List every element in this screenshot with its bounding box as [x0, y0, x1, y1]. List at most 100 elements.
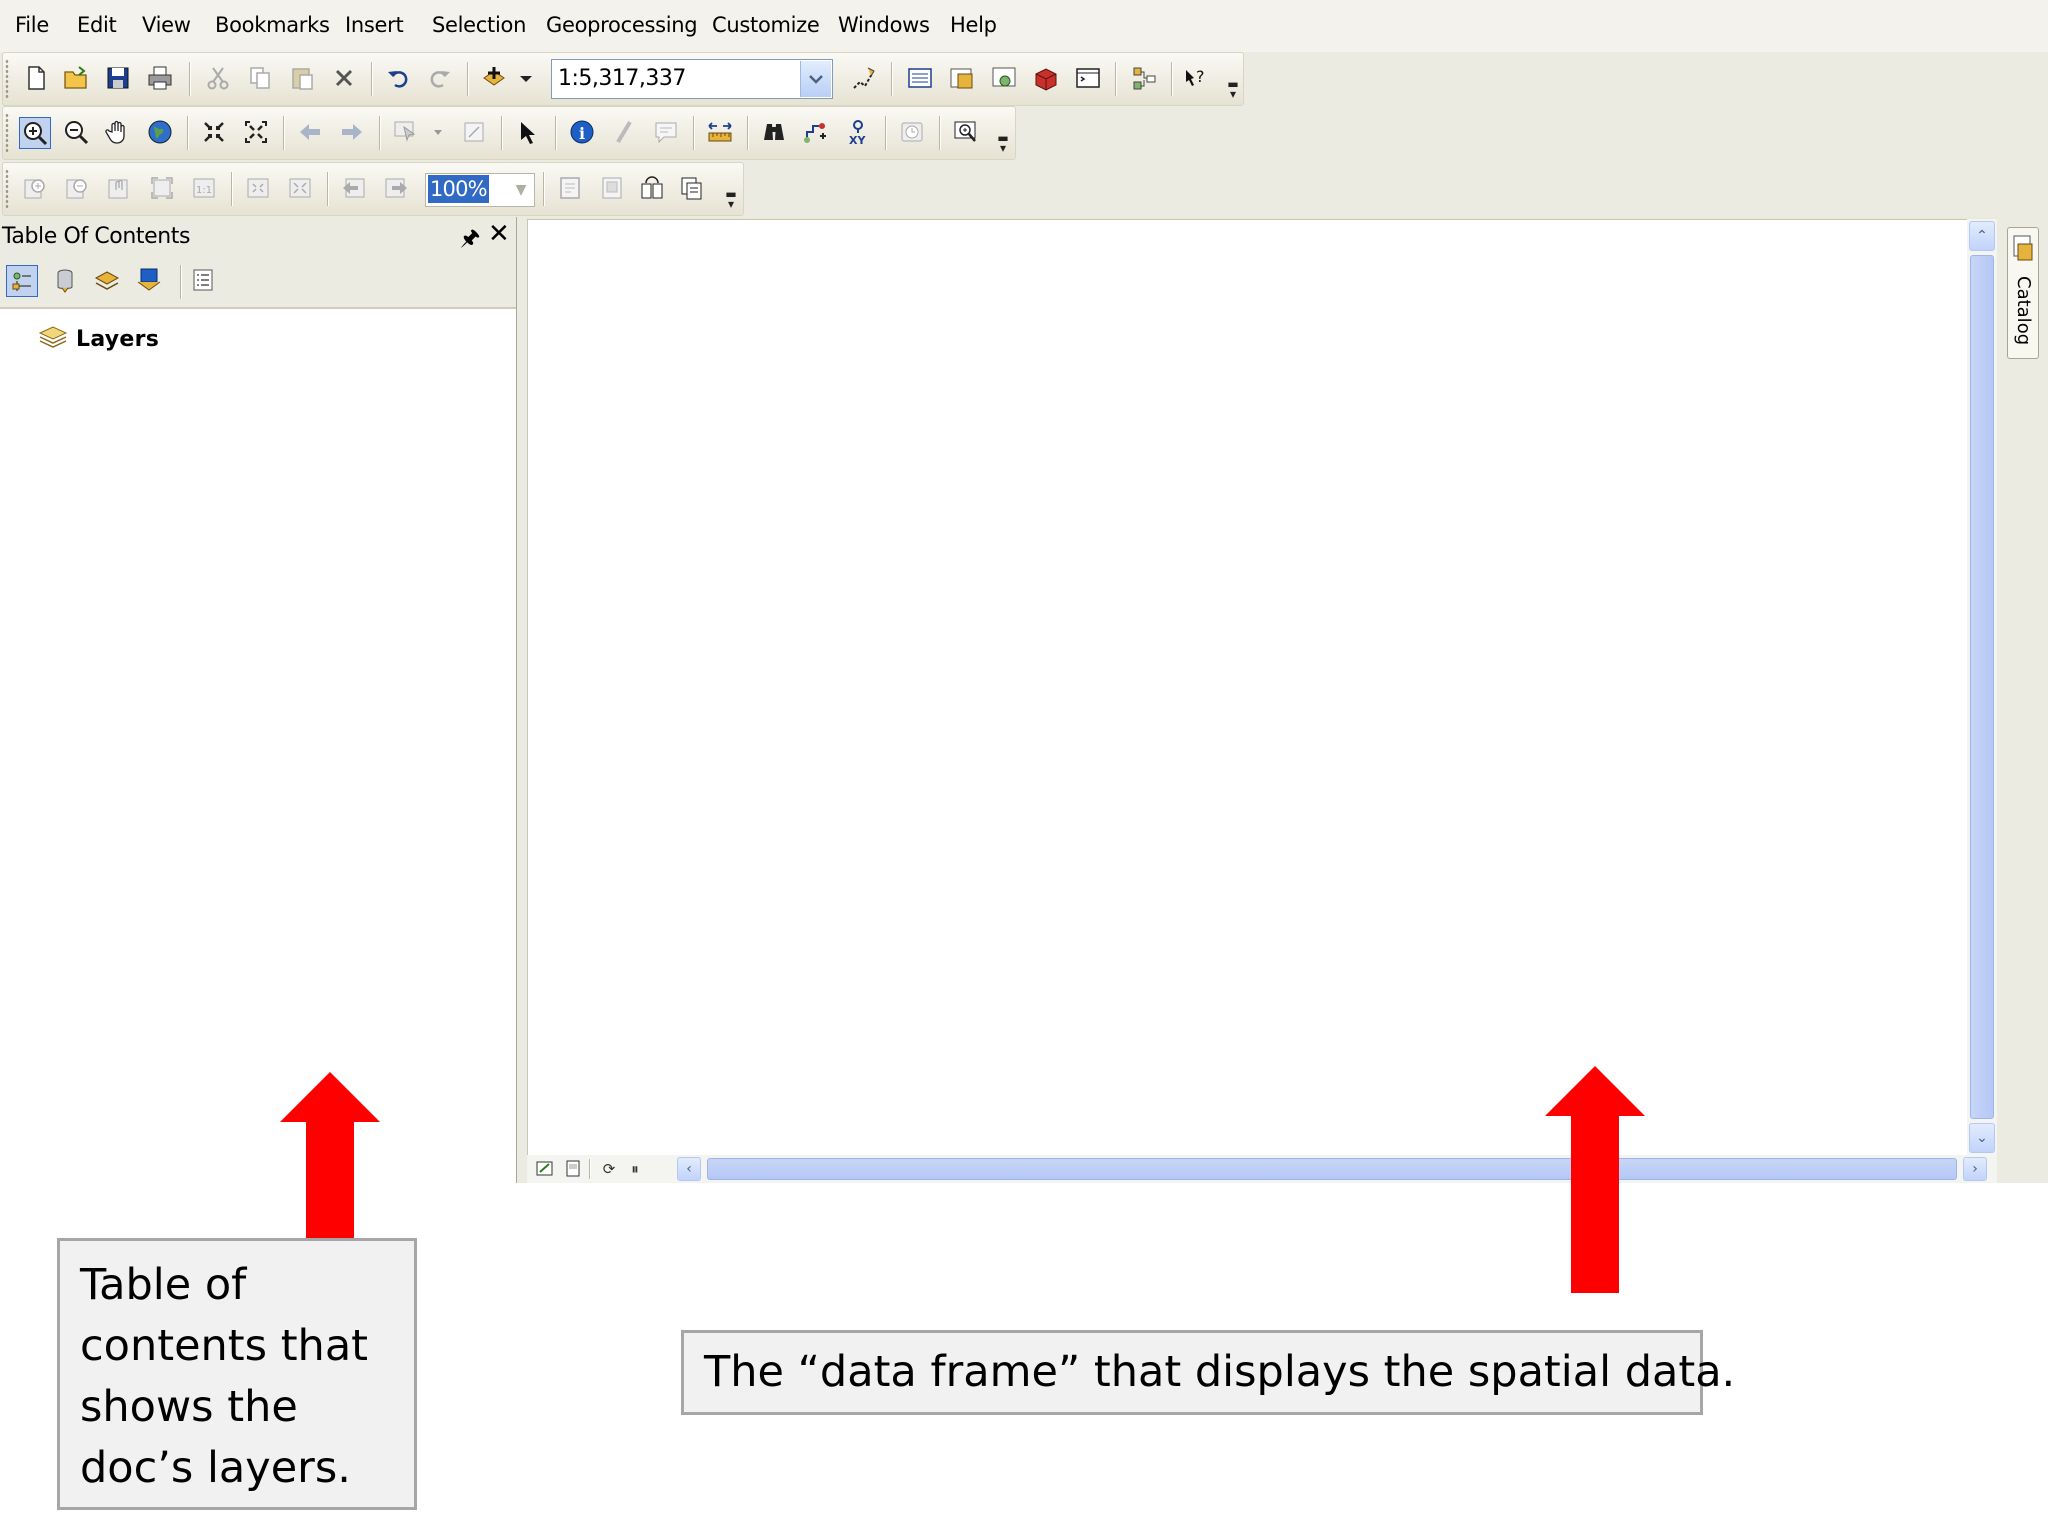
editor-toolbar-icon[interactable]: [849, 63, 879, 93]
menu-edit[interactable]: Edit: [77, 10, 117, 40]
zoom-whole-page-icon[interactable]: [147, 173, 177, 203]
pin-icon[interactable]: 🖈: [460, 221, 480, 259]
go-back-arrow-icon[interactable]: [295, 117, 325, 147]
focus-data-frame-icon[interactable]: [597, 173, 627, 203]
list-by-visibility-icon[interactable]: [92, 265, 122, 295]
hyperlink-icon[interactable]: [609, 117, 639, 147]
menu-file[interactable]: File: [15, 10, 49, 40]
search-window-icon[interactable]: [989, 63, 1019, 93]
toolbar-grip[interactable]: [5, 59, 9, 99]
toggle-draft-mode-icon[interactable]: [555, 173, 585, 203]
close-icon[interactable]: ✕: [488, 219, 510, 249]
toolbar-overflow-icon[interactable]: ▬ ▾: [997, 132, 1009, 154]
toolbar-overflow-icon[interactable]: ▬ ▾: [725, 188, 737, 210]
add-data-icon[interactable]: [479, 63, 509, 93]
go-to-xy-icon[interactable]: XY: [843, 117, 873, 147]
change-layout-icon[interactable]: [637, 173, 667, 203]
horizontal-scrollbar[interactable]: ⟳ ⏸ ‹ ›: [527, 1155, 1997, 1183]
menu-geoprocessing[interactable]: Geoprocessing: [546, 10, 698, 40]
paste-icon[interactable]: [287, 63, 317, 93]
chevron-down-icon[interactable]: ▼: [508, 174, 534, 206]
select-features-icon[interactable]: [391, 117, 421, 147]
list-by-drawing-order-icon[interactable]: [6, 265, 38, 297]
new-document-icon[interactable]: [21, 63, 51, 93]
horizontal-scroll-thumb[interactable]: [707, 1158, 1957, 1180]
menu-windows[interactable]: Windows: [838, 10, 930, 40]
zoom-in-icon[interactable]: [19, 117, 51, 149]
zoom-100-percent-icon[interactable]: 1:1: [189, 173, 219, 203]
menu-view[interactable]: View: [142, 10, 191, 40]
scroll-up-icon[interactable]: ⌃: [1969, 221, 1995, 251]
arctoolbox-icon[interactable]: [1031, 63, 1061, 93]
delete-icon[interactable]: [329, 63, 359, 93]
copy-icon[interactable]: [245, 63, 275, 93]
undo-icon[interactable]: [383, 63, 413, 93]
map-scale-combobox[interactable]: 1:5,317,337: [551, 59, 833, 99]
toolbar-grip[interactable]: [5, 113, 9, 153]
layout-view-icon[interactable]: [563, 1159, 583, 1179]
measure-ruler-icon[interactable]: [705, 117, 735, 147]
scroll-down-icon[interactable]: ⌄: [1969, 1123, 1995, 1153]
select-dropdown-icon[interactable]: [423, 117, 453, 147]
print-icon[interactable]: [145, 63, 175, 93]
time-slider-icon[interactable]: [897, 117, 927, 147]
whats-this-help-icon[interactable]: ?: [1181, 63, 1211, 93]
scroll-right-icon[interactable]: ›: [1963, 1157, 1987, 1181]
save-icon[interactable]: [103, 63, 133, 93]
pause-drawing-icon[interactable]: ⏸: [625, 1159, 645, 1179]
catalog-icon: [2012, 234, 2034, 266]
vertical-scroll-thumb[interactable]: [1970, 255, 1994, 1119]
toc-options-icon[interactable]: [188, 265, 218, 295]
find-binoculars-icon[interactable]: [759, 117, 789, 147]
catalog-window-icon[interactable]: [947, 63, 977, 93]
find-route-icon[interactable]: [801, 117, 831, 147]
zoom-out-icon[interactable]: [61, 117, 91, 147]
go-back-extent-layout-icon[interactable]: [339, 173, 369, 203]
fixed-zoom-out-icon[interactable]: [241, 117, 271, 147]
add-data-dropdown-icon[interactable]: [511, 63, 541, 93]
chevron-down-icon[interactable]: [800, 61, 831, 97]
menu-selection[interactable]: Selection: [432, 10, 526, 40]
layout-zoom-out-icon[interactable]: [63, 173, 93, 203]
data-driven-pages-icon[interactable]: [677, 173, 707, 203]
splitter[interactable]: [517, 217, 527, 1183]
fixed-zoom-in-layout-icon[interactable]: [243, 173, 273, 203]
toolbar-overflow-icon[interactable]: ▬ ▾: [1227, 78, 1239, 100]
html-popup-icon[interactable]: [651, 117, 681, 147]
data-frame-map-view[interactable]: [527, 219, 1968, 1156]
cut-icon[interactable]: [203, 63, 233, 93]
menu-help[interactable]: Help: [950, 10, 997, 40]
go-forward-extent-layout-icon[interactable]: [381, 173, 411, 203]
side-tab-strip: Catalog: [1997, 217, 2048, 1183]
layout-zoom-combobox[interactable]: 100% ▼: [425, 173, 535, 207]
menu-insert[interactable]: Insert: [345, 10, 404, 40]
menu-customize[interactable]: Customize: [712, 10, 820, 40]
toolbar-grip[interactable]: [5, 169, 9, 209]
open-folder-icon[interactable]: [61, 63, 91, 93]
python-window-icon[interactable]: [1073, 63, 1103, 93]
list-by-source-icon[interactable]: [50, 265, 80, 295]
scroll-left-icon[interactable]: ‹: [677, 1157, 701, 1181]
layers-data-frame-node[interactable]: Layers: [38, 324, 159, 354]
layout-zoom-in-icon[interactable]: [21, 173, 51, 203]
select-elements-arrow-icon[interactable]: [513, 117, 543, 147]
go-forward-arrow-icon[interactable]: [337, 117, 367, 147]
identify-icon[interactable]: i: [567, 117, 597, 147]
catalog-tab[interactable]: Catalog: [2007, 227, 2039, 359]
vertical-scrollbar[interactable]: ⌃ ⌄: [1967, 219, 1997, 1155]
data-view-icon[interactable]: [535, 1159, 555, 1179]
fixed-zoom-in-icon[interactable]: [199, 117, 229, 147]
full-extent-globe-icon[interactable]: [145, 117, 175, 147]
redo-icon[interactable]: [425, 63, 455, 93]
table-of-contents-window-icon[interactable]: [905, 63, 935, 93]
modelbuilder-icon[interactable]: [1129, 63, 1159, 93]
refresh-icon[interactable]: ⟳: [599, 1159, 619, 1179]
menu-bookmarks[interactable]: Bookmarks: [215, 10, 330, 40]
fixed-zoom-out-layout-icon[interactable]: [285, 173, 315, 203]
create-viewer-window-icon[interactable]: [951, 117, 981, 147]
clear-selection-icon[interactable]: [459, 117, 489, 147]
menu-bar: File Edit View Bookmarks Insert Selectio…: [0, 0, 2048, 52]
layout-pan-icon[interactable]: [105, 173, 135, 203]
pan-hand-icon[interactable]: [103, 117, 133, 147]
list-by-selection-icon[interactable]: [134, 265, 164, 295]
